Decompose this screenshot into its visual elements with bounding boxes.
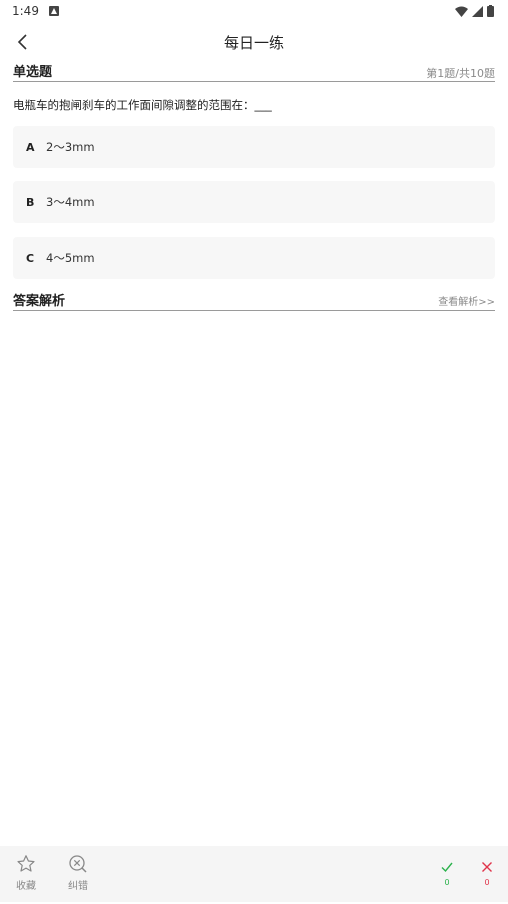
notification-icon	[48, 6, 59, 16]
option-letter: B	[26, 195, 35, 209]
analysis-section-header: 答案解析 查看解析>>	[13, 293, 495, 311]
wifi-icon	[455, 6, 468, 17]
report-error-label: 纠错	[68, 881, 88, 892]
favorite-label: 收藏	[16, 881, 36, 892]
question-text: 电瓶车的抱闸刹车的工作面间隙调整的范围在：___	[13, 98, 272, 112]
option-text: 4～5mm	[46, 251, 95, 265]
battery-icon	[487, 5, 494, 17]
status-time: 1:49	[12, 4, 39, 18]
app-bar: 每日一练	[0, 22, 508, 62]
option-b[interactable]: B 3～4mm	[13, 181, 495, 223]
analysis-heading: 答案解析	[13, 294, 66, 309]
screen: 1:49 每日一练 单选题 第1题/共10题 电瓶车的抱闸刹车的工作面间隙调整的…	[0, 0, 508, 904]
wrong-count: 0	[484, 878, 490, 887]
option-text: 3～4mm	[46, 195, 95, 209]
back-button[interactable]	[10, 30, 34, 54]
close-icon	[482, 862, 492, 872]
signal-icon	[472, 5, 483, 17]
check-icon	[441, 862, 453, 873]
star-icon	[17, 855, 35, 872]
question-type-heading: 单选题	[13, 65, 53, 80]
option-letter: A	[26, 140, 35, 154]
option-a[interactable]: A 2～3mm	[13, 126, 495, 168]
search-error-icon	[69, 855, 87, 873]
status-bar: 1:49	[0, 0, 508, 22]
favorite-button[interactable]: 收藏	[6, 854, 46, 894]
correct-count-indicator: 0	[437, 860, 457, 890]
option-c[interactable]: C 4～5mm	[13, 237, 495, 279]
view-analysis-link[interactable]: 查看解析>>	[438, 295, 495, 310]
status-icons	[455, 5, 494, 17]
correct-count: 0	[444, 878, 450, 887]
option-letter: C	[26, 251, 35, 265]
question-progress: 第1题/共10题	[426, 67, 495, 80]
bottom-toolbar: 收藏 纠错 0 0	[0, 846, 508, 902]
question-section-header: 单选题 第1题/共10题	[13, 64, 495, 82]
option-text: 2～3mm	[46, 140, 95, 154]
report-error-button[interactable]: 纠错	[58, 854, 98, 894]
page-title: 每日一练	[223, 33, 284, 52]
wrong-count-indicator: 0	[477, 860, 497, 890]
chevron-left-icon	[17, 34, 27, 50]
